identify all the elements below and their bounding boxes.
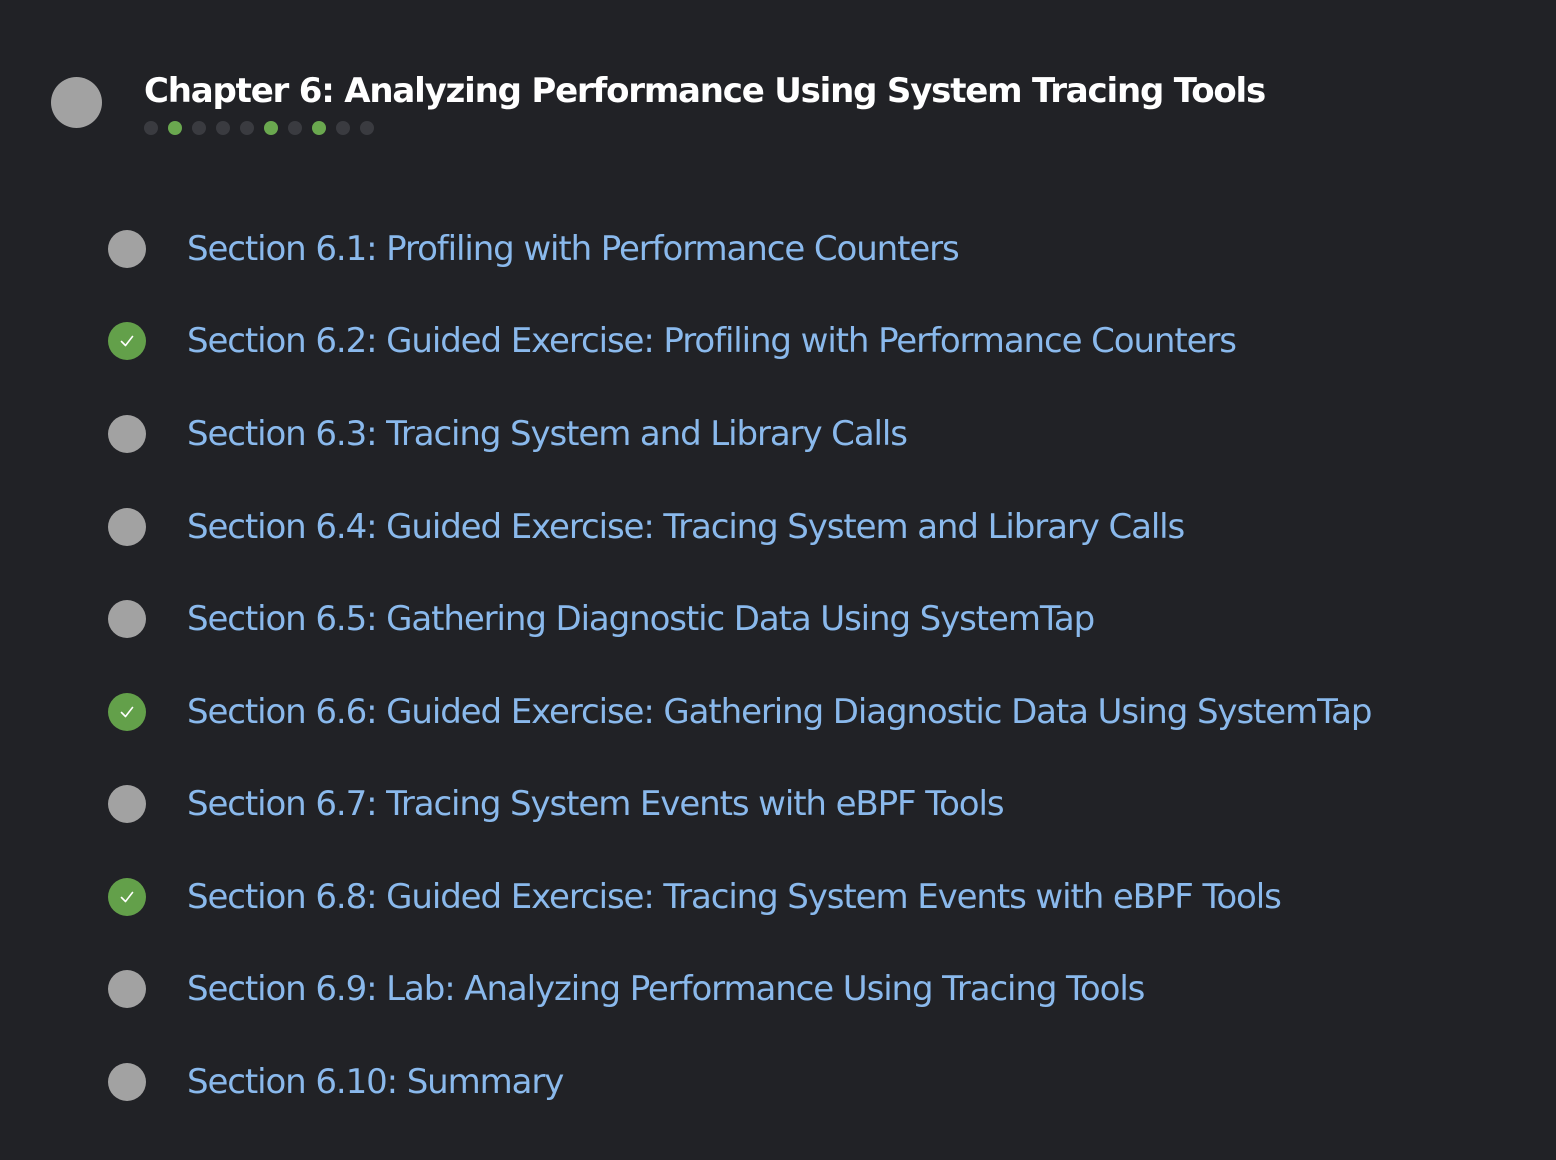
section-link[interactable]: Section 6.1: Profiling with Performance … xyxy=(187,227,960,271)
section-item-6-9[interactable]: Section 6.9: Lab: Analyzing Performance … xyxy=(108,967,1528,1011)
section-link[interactable]: Section 6.8: Guided Exercise: Tracing Sy… xyxy=(187,875,1282,919)
section-item-6-6[interactable]: Section 6.6: Guided Exercise: Gathering … xyxy=(108,690,1528,734)
section-item-6-3[interactable]: Section 6.3: Tracing System and Library … xyxy=(108,412,1528,456)
progress-dot xyxy=(240,121,254,135)
incomplete-status-icon xyxy=(108,230,146,268)
check-circle-icon xyxy=(108,878,146,916)
check-circle-icon xyxy=(108,322,146,360)
section-link[interactable]: Section 6.9: Lab: Analyzing Performance … xyxy=(187,967,1145,1011)
section-item-6-5[interactable]: Section 6.5: Gathering Diagnostic Data U… xyxy=(108,597,1528,641)
progress-dot xyxy=(192,121,206,135)
incomplete-status-icon xyxy=(108,508,146,546)
section-item-6-8[interactable]: Section 6.8: Guided Exercise: Tracing Sy… xyxy=(108,875,1528,919)
section-link[interactable]: Section 6.7: Tracing System Events with … xyxy=(187,782,1005,826)
section-item-6-2[interactable]: Section 6.2: Guided Exercise: Profiling … xyxy=(108,319,1528,363)
progress-dot xyxy=(264,121,278,135)
section-link[interactable]: Section 6.6: Guided Exercise: Gathering … xyxy=(187,690,1372,734)
progress-dot xyxy=(360,121,374,135)
section-item-6-10[interactable]: Section 6.10: Summary xyxy=(108,1060,1528,1104)
progress-dot xyxy=(312,121,326,135)
section-link[interactable]: Section 6.2: Guided Exercise: Profiling … xyxy=(187,319,1237,363)
section-link[interactable]: Section 6.10: Summary xyxy=(187,1060,564,1104)
progress-dot xyxy=(144,121,158,135)
section-item-6-7[interactable]: Section 6.7: Tracing System Events with … xyxy=(108,782,1528,826)
incomplete-status-icon xyxy=(108,415,146,453)
chapter-status-icon xyxy=(51,77,102,128)
incomplete-status-icon xyxy=(108,785,146,823)
progress-dot xyxy=(216,121,230,135)
section-link[interactable]: Section 6.4: Guided Exercise: Tracing Sy… xyxy=(187,505,1185,549)
section-item-6-4[interactable]: Section 6.4: Guided Exercise: Tracing Sy… xyxy=(108,505,1528,549)
incomplete-status-icon xyxy=(108,1063,146,1101)
section-item-6-1[interactable]: Section 6.1: Profiling with Performance … xyxy=(108,227,1528,271)
section-link[interactable]: Section 6.3: Tracing System and Library … xyxy=(187,412,908,456)
progress-dot xyxy=(288,121,302,135)
chapter-progress-dots xyxy=(144,121,374,135)
incomplete-status-icon xyxy=(108,970,146,1008)
incomplete-status-icon xyxy=(108,600,146,638)
section-link[interactable]: Section 6.5: Gathering Diagnostic Data U… xyxy=(187,597,1095,641)
chapter-title: Chapter 6: Analyzing Performance Using S… xyxy=(144,71,1266,111)
progress-dot xyxy=(336,121,350,135)
check-circle-icon xyxy=(108,693,146,731)
progress-dot xyxy=(168,121,182,135)
